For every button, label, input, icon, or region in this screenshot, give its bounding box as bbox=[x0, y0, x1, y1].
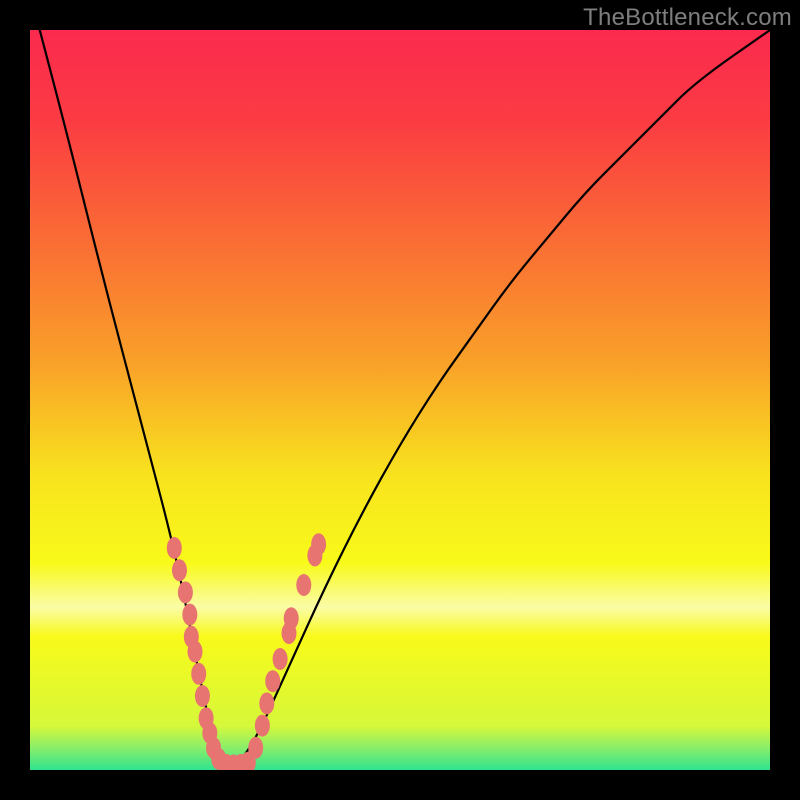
curve-dot bbox=[195, 685, 210, 707]
curve-dot bbox=[259, 692, 274, 714]
curve-dot bbox=[191, 663, 206, 685]
curve-dots bbox=[167, 533, 326, 770]
chart-frame: TheBottleneck.com bbox=[0, 0, 800, 800]
v-curve bbox=[30, 30, 770, 764]
plot-area bbox=[30, 30, 770, 770]
curve-layer bbox=[30, 30, 770, 770]
curve-dot bbox=[182, 604, 197, 626]
curve-dot bbox=[273, 648, 288, 670]
curve-dot bbox=[265, 670, 280, 692]
curve-dot bbox=[296, 574, 311, 596]
curve-dot bbox=[311, 533, 326, 555]
curve-dot bbox=[255, 715, 270, 737]
curve-dot bbox=[167, 537, 182, 559]
watermark-text: TheBottleneck.com bbox=[583, 4, 792, 32]
curve-dot bbox=[248, 737, 263, 759]
curve-dot bbox=[178, 581, 193, 603]
curve-dot bbox=[284, 607, 299, 629]
curve-dot bbox=[172, 559, 187, 581]
curve-dot bbox=[188, 641, 203, 663]
